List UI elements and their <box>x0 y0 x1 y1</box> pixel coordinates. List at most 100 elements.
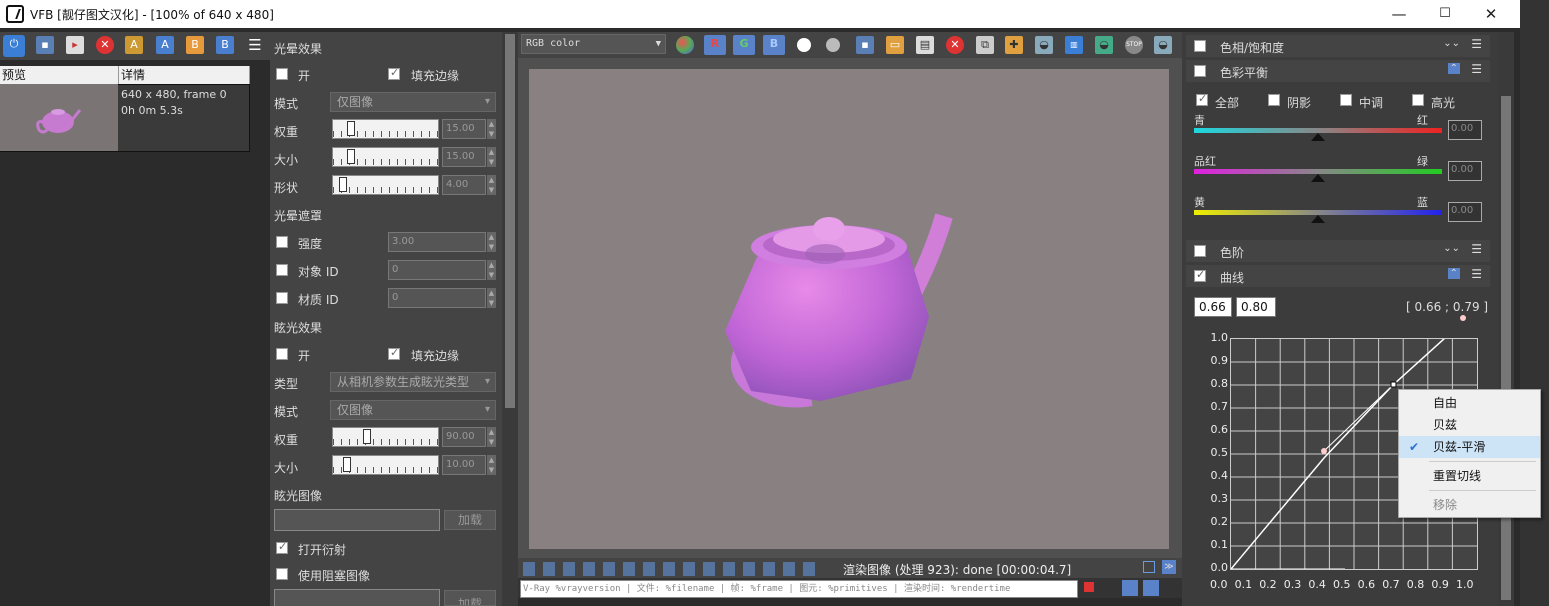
shape-input[interactable]: 4.00 <box>442 175 486 195</box>
chevron-down-icon[interactable]: ⌄⌄ <box>1443 38 1460 49</box>
stamp-toggle-icon[interactable] <box>1122 580 1138 596</box>
swap-ab-icon[interactable]: B <box>216 36 234 54</box>
render-icon[interactable]: ◒ <box>1154 36 1172 54</box>
hue-sat-checkbox[interactable] <box>1194 40 1206 52</box>
object-id-checkbox[interactable] <box>276 264 288 276</box>
glare-mode-select[interactable]: 仅图像 <box>330 400 496 420</box>
mode-select[interactable]: 仅图像 <box>330 92 496 112</box>
chevron-up-icon[interactable]: ⌃ <box>1447 268 1460 279</box>
intensity-input[interactable]: 3.00 <box>388 232 486 252</box>
white-display-icon[interactable] <box>797 38 811 52</box>
red-channel-button[interactable]: R <box>704 35 726 55</box>
green-channel-button[interactable]: G <box>733 35 755 55</box>
chevron-up-icon[interactable]: ⌃ <box>1447 63 1460 74</box>
open-image-icon[interactable]: ▭ <box>886 36 904 54</box>
right-panel-scrollbar[interactable] <box>1498 32 1514 606</box>
minimize-button[interactable]: — <box>1376 0 1422 28</box>
close-button[interactable]: ✕ <box>1468 0 1514 28</box>
size-input[interactable]: 15.00 <box>442 147 486 167</box>
menu-item-remove[interactable]: 移除 <box>1399 494 1540 516</box>
glare-size-input[interactable]: 10.00 <box>442 455 486 475</box>
material-id-checkbox[interactable] <box>276 292 288 304</box>
col-preview[interactable]: 预览 <box>0 66 119 84</box>
save-image-icon[interactable]: ▪ <box>856 36 874 54</box>
section-color-balance[interactable]: 色彩平衡 ⌃ ☰ <box>1186 60 1490 82</box>
weight-input[interactable]: 15.00 <box>442 119 486 139</box>
tangent-handle[interactable] <box>1321 448 1327 454</box>
compare-ab-icon[interactable]: A <box>125 36 143 54</box>
menu-item-free[interactable]: 自由 <box>1399 392 1540 414</box>
glare-on-checkbox[interactable] <box>276 348 288 360</box>
stamp-align-icon[interactable] <box>1143 580 1159 596</box>
color-balance-checkbox[interactable] <box>1194 65 1206 77</box>
blue-channel-button[interactable]: B <box>763 35 785 55</box>
load-button-2[interactable]: 加载 <box>444 590 496 606</box>
menu-item-reset-tangent[interactable]: 重置切线 <box>1399 465 1540 487</box>
glare-weight-slider[interactable] <box>332 427 439 447</box>
menu-icon[interactable]: ☰ <box>1471 62 1482 76</box>
expand-icon[interactable]: ≫ <box>1162 560 1176 574</box>
color-channels-icon[interactable] <box>676 36 694 54</box>
shape-spinner[interactable]: ▲ ▼ <box>487 175 496 195</box>
fit-icon[interactable] <box>1143 561 1155 573</box>
size-slider[interactable] <box>332 147 439 167</box>
power-icon[interactable]: ⏻ <box>3 35 25 57</box>
cyan-red-input[interactable]: 0.00 <box>1448 120 1482 140</box>
object-id-input[interactable]: 0 <box>388 260 486 280</box>
region-icon[interactable]: ✚ <box>1005 36 1023 54</box>
maximize-button[interactable]: ☐ <box>1422 0 1468 28</box>
interactive-render-icon[interactable]: ◒ <box>1095 36 1113 54</box>
material-id-spinner[interactable]: ▲ ▼ <box>487 288 496 308</box>
object-id-spinner[interactable]: ▲ ▼ <box>487 260 496 280</box>
cyan-red-handle[interactable] <box>1311 133 1325 141</box>
magenta-green-input[interactable]: 0.00 <box>1448 161 1482 181</box>
teapot-render-icon[interactable]: ◒ <box>1035 36 1053 54</box>
balance-highlights-checkbox[interactable] <box>1412 94 1424 106</box>
use-obstacle-checkbox[interactable] <box>276 568 288 580</box>
menu-item-bezier[interactable]: 贝兹 <box>1399 414 1540 436</box>
set-a-icon[interactable]: A <box>156 36 174 54</box>
set-b-icon[interactable]: B <box>186 36 204 54</box>
clear-image-icon[interactable]: ✕ <box>946 36 964 54</box>
section-levels[interactable]: 色阶 ⌄⌄ ☰ <box>1186 240 1490 262</box>
open-diffraction-checkbox[interactable] <box>276 540 288 554</box>
menu-icon[interactable]: ☰ <box>1471 37 1482 51</box>
intensity-spinner[interactable]: ▲ ▼ <box>487 232 496 252</box>
glare-image-path[interactable] <box>274 509 440 531</box>
size-spinner[interactable]: ▲ ▼ <box>487 147 496 167</box>
shape-slider[interactable] <box>332 175 439 195</box>
balance-shadows-checkbox[interactable] <box>1268 94 1280 106</box>
delete-icon[interactable]: ✕ <box>96 36 114 54</box>
curve-point-y-input[interactable]: 0.80 <box>1236 297 1276 317</box>
intensity-checkbox[interactable] <box>276 236 288 248</box>
glare-fill-edges-checkbox[interactable] <box>388 346 400 360</box>
status-toolbar-icons[interactable] <box>523 562 823 576</box>
channel-select[interactable]: RGB color ▼ <box>521 34 666 54</box>
stamp-input[interactable]: V-Ray %vrayversion | 文件: %filename | 帧: … <box>520 580 1078 598</box>
save-icon[interactable]: ▪ <box>36 36 54 54</box>
params-scroll-thumb[interactable] <box>505 34 515 408</box>
menu-icon[interactable]: ☰ <box>246 36 264 54</box>
glare-type-select[interactable]: 从相机参数生成眩光类型 <box>330 372 496 392</box>
weight-slider[interactable] <box>332 119 439 139</box>
stamp-color-icon[interactable] <box>1084 582 1094 592</box>
duplicate-icon[interactable]: ⧉ <box>976 36 994 54</box>
stop-icon[interactable]: STOP <box>1125 36 1143 54</box>
glare-size-slider[interactable] <box>332 455 439 475</box>
curve-point[interactable] <box>1390 381 1397 388</box>
levels-checkbox[interactable] <box>1194 245 1206 257</box>
section-curves[interactable]: ✓ 曲线 ⌃ ☰ <box>1186 265 1490 287</box>
menu-icon[interactable]: ☰ <box>1471 267 1482 281</box>
mono-display-icon[interactable] <box>826 38 840 52</box>
load-icon[interactable]: ▸ <box>66 36 84 54</box>
glare-size-spinner[interactable]: ▲ ▼ <box>487 455 496 475</box>
rendered-image[interactable] <box>529 69 1169 549</box>
params-scrollbar[interactable] <box>502 32 518 606</box>
curve-end-handle[interactable] <box>1455 312 1469 326</box>
balance-midtones-checkbox[interactable] <box>1340 94 1352 106</box>
weight-spinner[interactable]: ▲ ▼ <box>487 119 496 139</box>
yellow-blue-input[interactable]: 0.00 <box>1448 202 1482 222</box>
material-id-input[interactable]: 0 <box>388 288 486 308</box>
curves-checkbox[interactable]: ✓ <box>1194 268 1206 282</box>
glare-weight-input[interactable]: 90.00 <box>442 427 486 447</box>
